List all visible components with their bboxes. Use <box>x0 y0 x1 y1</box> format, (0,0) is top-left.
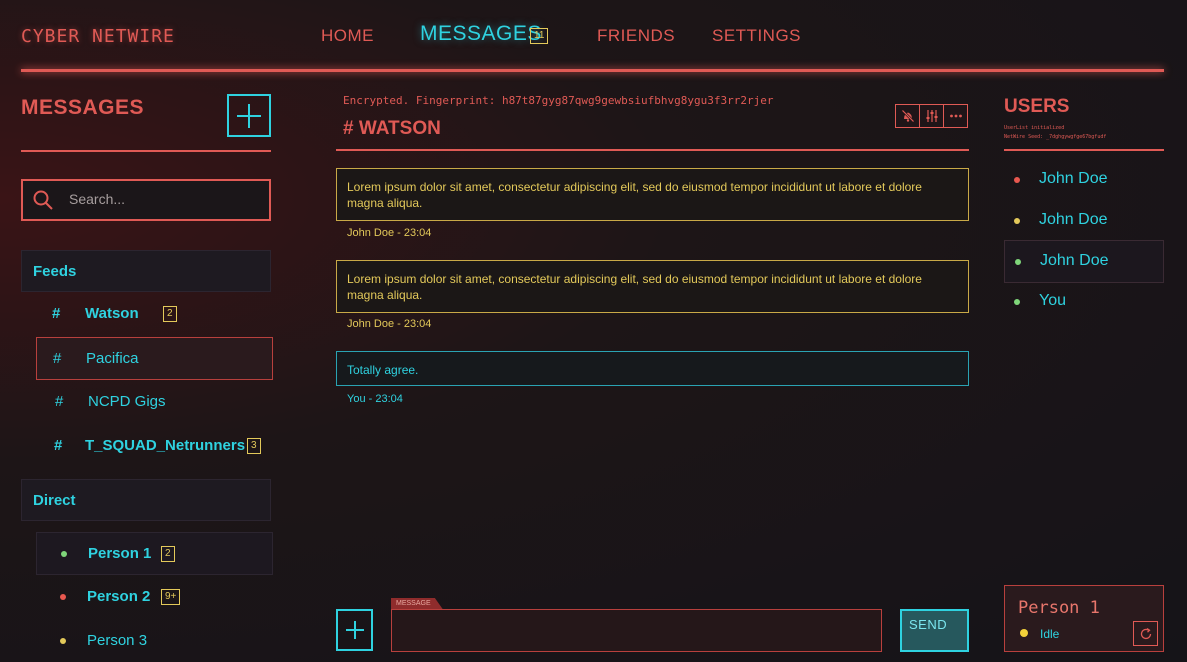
status-dot <box>1014 218 1020 224</box>
new-message-button[interactable] <box>227 94 271 137</box>
more-icon <box>949 114 962 118</box>
status-dot <box>61 551 67 557</box>
dm-name: Person 3 <box>87 632 148 649</box>
top-navbar: CYBER NETWIRE HOME MESSAGES 11 FRIENDS S… <box>0 0 1187 74</box>
channel-item-t-squad-netrunners[interactable]: # T_SQUAD_Netrunners 3 <box>36 425 273 468</box>
attach-button[interactable] <box>336 609 373 651</box>
bell-off-icon <box>901 109 914 123</box>
unread-badge: 2 <box>163 306 177 322</box>
hash-icon: # <box>55 393 64 410</box>
user-item[interactable]: You <box>1004 281 1164 324</box>
user-name: You <box>1039 292 1066 309</box>
message-meta: John Doe - 23:04 <box>347 318 432 330</box>
user-item[interactable]: John Doe <box>1004 159 1164 202</box>
send-button[interactable]: SEND <box>900 609 969 652</box>
sidebar-divider <box>21 150 271 152</box>
channel-name: Pacifica <box>86 350 139 367</box>
mute-button[interactable] <box>895 104 920 128</box>
message-bubble-own: Totally agree. <box>336 351 969 386</box>
dm-name: Person 2 <box>87 588 151 605</box>
channel-name: NCPD Gigs <box>88 393 166 410</box>
users-title: USERS <box>1004 96 1070 117</box>
user-name: John Doe <box>1040 252 1109 269</box>
unread-badge: 3 <box>247 438 261 454</box>
message-meta: You - 23:04 <box>347 393 403 405</box>
dm-item-person-2[interactable]: Person 2 9+ <box>36 576 273 619</box>
direct-header[interactable]: Direct <box>21 479 271 521</box>
hash-icon: # <box>54 437 63 454</box>
search-input[interactable] <box>69 191 259 207</box>
messages-count-badge: 11 <box>530 28 549 44</box>
channel-item-pacifica[interactable]: # Pacifica <box>36 337 273 380</box>
user-item[interactable]: John Doe <box>1004 240 1164 283</box>
status-dot <box>1020 629 1028 637</box>
hash-icon: # <box>52 305 61 322</box>
encryption-fingerprint: Encrypted. Fingerprint: h87t87gyg87qwg9g… <box>343 94 774 107</box>
current-user-card: Person 1 Idle <box>1004 585 1164 652</box>
search-icon <box>33 190 53 210</box>
profile-name: Person 1 <box>1018 598 1100 618</box>
nav-friends[interactable]: FRIENDS <box>597 26 675 46</box>
channel-toolbar <box>895 104 968 128</box>
plus-icon <box>345 621 364 639</box>
message-input[interactable] <box>391 609 882 652</box>
nav-divider <box>21 69 1164 72</box>
dm-name: Person 1 <box>88 545 152 562</box>
refresh-icon <box>1140 627 1151 639</box>
unread-badge: 2 <box>161 546 175 562</box>
profile-status[interactable]: Idle <box>1040 627 1059 641</box>
search-box <box>21 179 271 221</box>
users-divider <box>1004 149 1164 151</box>
message-meta: John Doe - 23:04 <box>347 227 432 239</box>
feeds-header[interactable]: Feeds <box>21 250 271 292</box>
plus-icon <box>237 104 261 128</box>
nav-messages[interactable]: MESSAGES <box>420 22 542 46</box>
users-status-log: UserList initialized NetWire Seed: _7dgh… <box>1004 124 1106 142</box>
dm-item-person-3[interactable]: Person 3 <box>36 620 273 662</box>
status-dot <box>1014 177 1020 183</box>
sliders-icon <box>926 110 937 122</box>
channel-divider <box>336 149 969 151</box>
user-name: John Doe <box>1039 211 1108 228</box>
user-name: John Doe <box>1039 170 1108 187</box>
nav-home[interactable]: HOME <box>321 26 374 46</box>
hash-icon: # <box>53 350 62 367</box>
channel-settings-button[interactable] <box>919 104 944 128</box>
status-dot <box>1015 259 1021 265</box>
status-dot <box>60 638 66 644</box>
channel-item-watson[interactable]: # Watson 2 <box>36 293 273 336</box>
users-log-line: UserList initialized <box>1004 125 1065 131</box>
more-options-button[interactable] <box>943 104 968 128</box>
brand-logo[interactable]: CYBER NETWIRE <box>21 26 175 47</box>
user-item[interactable]: John Doe <box>1004 200 1164 243</box>
nav-settings[interactable]: SETTINGS <box>712 26 801 46</box>
message-field-label: MESSAGE <box>391 598 443 609</box>
status-dot <box>60 594 66 600</box>
sidebar-title: MESSAGES <box>21 96 145 119</box>
message-bubble: Lorem ipsum dolor sit amet, consectetur … <box>336 260 969 313</box>
status-dot <box>1014 299 1020 305</box>
channel-title: # WATSON <box>343 118 441 139</box>
users-log-line: NetWire Seed: _7dghgywgfge67bgfudf <box>1004 134 1107 140</box>
channel-name: Watson <box>85 305 139 322</box>
channel-item-ncpd-gigs[interactable]: # NCPD Gigs <box>36 381 273 424</box>
unread-badge: 9+ <box>161 589 181 605</box>
message-bubble: Lorem ipsum dolor sit amet, consectetur … <box>336 168 969 221</box>
refresh-button[interactable] <box>1133 621 1158 646</box>
dm-item-person-1[interactable]: Person 1 2 <box>36 532 273 575</box>
channel-name: T_SQUAD_Netrunners <box>85 437 246 454</box>
